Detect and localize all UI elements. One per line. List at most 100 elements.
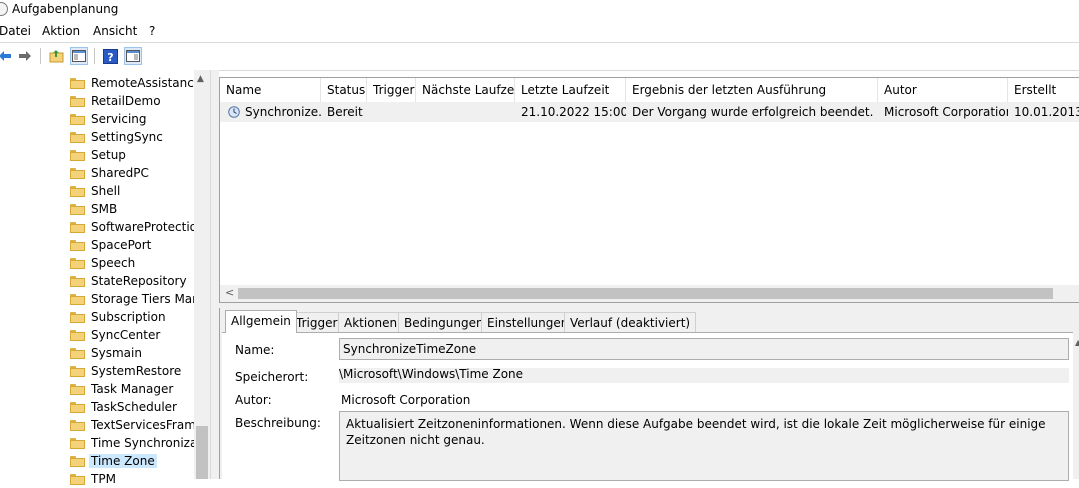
tree-item[interactable]: Speech [68,254,194,272]
folder-icon [70,311,85,323]
toolbar: ? [0,42,1079,71]
column-header-trigger[interactable]: Trigger [367,78,416,102]
name-label: Name: [235,343,275,357]
tab-allgemein[interactable]: Allgemein [225,310,297,333]
tree-item[interactable]: Task Manager [68,380,194,398]
details-pane: Allgemein Trigger Aktionen Bedingungen E… [219,308,1079,481]
show-hide-action-pane-icon[interactable] [124,47,142,65]
tree-item[interactable]: RetailDemo [68,92,194,110]
cell-last-run: 21.10.2022 15:00:58 [521,105,626,119]
folder-icon [70,131,85,143]
author-value: Microsoft Corporation [341,393,471,407]
tree-item[interactable]: Servicing [68,110,194,128]
folder-icon [70,113,85,125]
scroll-up-arrow-icon[interactable]: ▲ [1075,338,1079,347]
table-row[interactable]: Synchronize... Bereit 21.10.2022 15:00:5… [220,102,1079,122]
folder-icon [70,347,85,359]
tree-item[interactable]: SMB [68,200,194,218]
scroll-up-arrow-icon[interactable]: ▲ [197,74,204,84]
name-field[interactable]: SynchronizeTimeZone [339,338,1069,360]
folder-icon [70,77,85,89]
scrollbar-thumb[interactable] [238,288,1053,299]
folder-icon [70,293,85,305]
tree-item[interactable]: Setup [68,146,194,164]
tree-item[interactable]: Storage Tiers Management [68,290,194,308]
folder-icon [70,365,85,377]
folder-icon [70,239,85,251]
tree-item[interactable]: RemoteAssistance [68,74,194,92]
folder-icon [70,401,85,413]
column-header-last-run[interactable]: Letzte Laufzeit [515,78,626,102]
column-header-author[interactable]: Autor [878,78,1008,102]
folder-icon [70,419,85,431]
tree-item[interactable]: SpacePort [68,236,194,254]
tree-item[interactable]: StateRepository [68,272,194,290]
cell-name: Synchronize... [245,105,321,119]
cell-created: 10.01.2013 16 [1014,105,1079,119]
tab-einstellungen[interactable]: Einstellungen [481,312,575,332]
cell-author: Microsoft Corporation [884,105,1008,119]
console-tree: RemoteAssistance RetailDemo Servicing Se… [0,70,213,486]
help-icon[interactable]: ? [101,47,119,65]
cell-next-run [416,102,515,122]
folder-icon [70,167,85,179]
folder-icon [70,383,85,395]
task-list-horizontal-scrollbar[interactable]: < [220,285,1079,302]
forward-arrow-icon[interactable] [16,47,34,65]
tree-vertical-scrollbar[interactable]: ▲ [194,70,210,479]
tree-item[interactable]: Sysmain [68,344,194,362]
scrollbar-thumb[interactable] [196,426,208,479]
window-title: Aufgabenplanung [12,2,119,16]
folder-icon [70,275,85,287]
tab-verlauf[interactable]: Verlauf (deaktiviert) [564,312,697,332]
column-header-created[interactable]: Erstellt [1008,78,1079,102]
folder-icon [70,329,85,341]
tree-item[interactable]: SoftwareProtection [68,218,194,236]
author-label: Autor: [235,393,272,407]
scroll-left-arrow-icon[interactable]: < [225,286,234,299]
folder-icon [70,95,85,107]
tree-item[interactable]: Subscription [68,308,194,326]
menu-help[interactable]: ? [149,24,155,38]
tree-item[interactable]: SystemRestore [68,362,194,380]
general-tab-content: Name: SynchronizeTimeZone Speicherort: \… [222,332,1079,481]
tree-item[interactable]: TPM [68,470,194,488]
description-field[interactable]: Aktualisiert Zeitzoneninformationen. Wen… [339,411,1069,481]
column-header-next-run[interactable]: Nächste Laufzeit [416,78,515,102]
tab-trigger[interactable]: Trigger [290,312,344,332]
tree-item-selected[interactable]: Time Zone [68,452,194,470]
up-folder-icon[interactable] [47,47,65,65]
menu-bar: Datei Aktion Ansicht ? [0,20,1079,42]
tab-bedingungen[interactable]: Bedingungen [398,312,490,332]
menu-datei[interactable]: Datei [0,24,31,38]
tree-item[interactable]: SharedPC [68,164,194,182]
show-hide-console-tree-icon[interactable] [70,47,88,65]
tree-item[interactable]: TaskScheduler [68,398,194,416]
location-label: Speicherort: [235,370,309,384]
column-header-status[interactable]: Status [321,78,367,102]
cell-trigger [367,102,416,122]
tree-item[interactable]: TextServicesFramework [68,416,194,434]
task-scheduler-app-icon [0,2,8,16]
cell-status: Bereit [327,105,363,119]
location-value: \Microsoft\Windows\Time Zone [339,368,1069,383]
folder-icon [70,455,85,467]
tree-item[interactable]: SyncCenter [68,326,194,344]
folder-icon [70,203,85,215]
tree-item[interactable]: SettingSync [68,128,194,146]
column-header-last-result[interactable]: Ergebnis der letzten Ausführung [626,78,878,102]
tab-aktionen[interactable]: Aktionen [338,312,404,332]
folder-icon [70,221,85,233]
column-header-name[interactable]: Name [220,78,321,102]
title-bar: Aufgabenplanung [0,0,1079,20]
menu-aktion[interactable]: Aktion [42,24,80,38]
back-arrow-icon[interactable] [0,47,12,65]
menu-ansicht[interactable]: Ansicht [93,24,137,38]
folder-icon [70,149,85,161]
tree-item[interactable]: Shell [68,182,194,200]
tree-item[interactable]: Time Synchronization [68,434,194,452]
pane-splitter[interactable] [210,70,219,479]
description-label: Beschreibung: [235,416,321,430]
details-vertical-scrollbar[interactable] [1073,332,1079,479]
svg-text:?: ? [107,51,113,64]
